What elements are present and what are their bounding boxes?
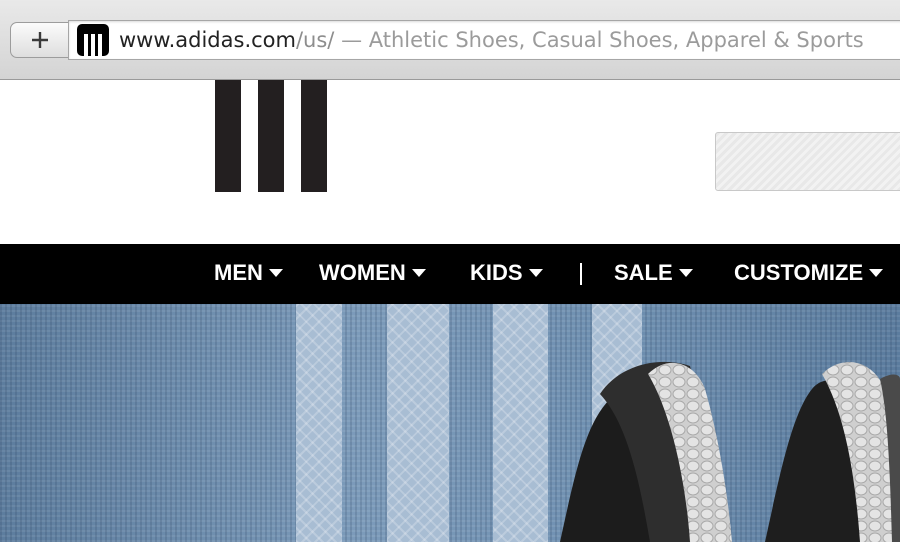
nav-item-kids[interactable]: KIDS — [470, 244, 543, 304]
site-header — [0, 80, 900, 244]
nav-item-sale[interactable]: SALE — [614, 244, 693, 304]
nav-label: SALE — [614, 260, 673, 285]
adidas-favicon-icon — [77, 24, 109, 56]
main-nav: MEN WOMEN KIDS SALE CUSTOMIZE — [0, 244, 900, 304]
search-input[interactable] — [715, 132, 900, 191]
address-bar[interactable]: www.adidas.com/us/ — Athletic Shoes, Cas… — [68, 20, 900, 60]
url-path: /us/ — [295, 28, 335, 52]
nav-item-men[interactable]: MEN — [214, 244, 283, 304]
new-tab-button[interactable] — [10, 22, 68, 58]
sneakers-image — [560, 361, 900, 542]
page-title: — Athletic Shoes, Casual Shoes, Apparel … — [334, 28, 864, 52]
nav-label: KIDS — [470, 260, 523, 285]
chevron-down-icon — [268, 269, 283, 277]
chevron-down-icon — [678, 269, 693, 277]
nav-item-women[interactable]: WOMEN — [319, 244, 426, 304]
url-text[interactable]: www.adidas.com/us/ — Athletic Shoes, Cas… — [119, 26, 864, 54]
chevron-down-icon — [528, 269, 543, 277]
adidas-logo[interactable] — [215, 80, 327, 192]
chevron-down-icon — [411, 269, 426, 277]
nav-item-customize[interactable]: CUSTOMIZE — [734, 244, 884, 304]
plus-icon — [31, 32, 48, 48]
nav-label: CUSTOMIZE — [734, 260, 864, 285]
chevron-down-icon — [869, 269, 884, 277]
nav-label: WOMEN — [319, 260, 406, 285]
nav-label: MEN — [214, 260, 263, 285]
url-domain: www.adidas.com — [119, 28, 296, 52]
hero-banner[interactable] — [0, 304, 900, 542]
nav-divider — [580, 263, 582, 285]
browser-toolbar: www.adidas.com/us/ — Athletic Shoes, Cas… — [0, 0, 900, 80]
